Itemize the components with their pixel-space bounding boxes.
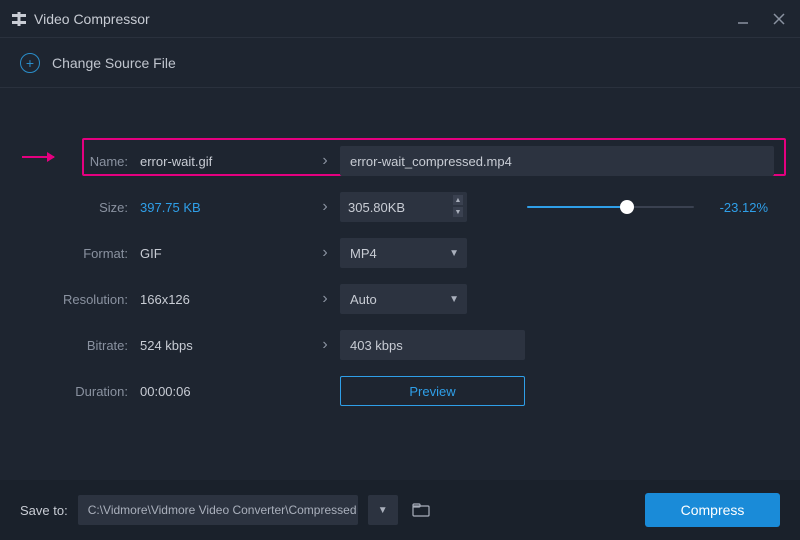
folder-icon [412,503,430,517]
chevron-right-icon: › [310,336,340,354]
titlebar: Video Compressor [0,0,800,38]
size-percent: -23.12% [706,200,768,215]
row-bitrate: Bitrate: 524 kbps › 403 kbps [20,322,780,368]
output-bitrate-field[interactable]: 403 kbps [340,330,525,360]
close-button[interactable] [770,10,788,28]
save-to-label: Save to: [20,503,68,518]
stepper-down-icon[interactable]: ▼ [453,207,463,217]
duration-value: 00:00:06 [140,384,310,399]
size-value: 397.75 KB [140,200,310,215]
compress-button[interactable]: Compress [645,493,780,527]
format-select[interactable]: MP4▼ [340,238,467,268]
save-path-dropdown[interactable]: ▼ [368,495,398,525]
name-value: error-wait.gif [140,154,310,169]
change-source-bar[interactable]: + Change Source File [0,38,800,88]
chevron-right-icon: › [310,244,340,262]
stepper-up-icon[interactable]: ▲ [453,195,463,205]
duration-label: Duration: [20,384,140,399]
open-folder-button[interactable] [408,495,434,525]
format-value: GIF [140,246,310,261]
name-label: Name: [20,154,140,169]
row-format: Format: GIF › MP4▼ [20,230,780,276]
size-slider[interactable] [527,206,694,208]
save-path-field[interactable]: C:\Vidmore\Vidmore Video Converter\Compr… [78,495,358,525]
minimize-button[interactable] [734,10,752,28]
preview-button[interactable]: Preview [340,376,525,406]
row-size: Size: 397.75 KB › 305.80KB ▲ ▼ -23.12% [20,184,780,230]
slider-thumb[interactable] [620,200,634,214]
chevron-down-icon: ▼ [449,248,459,259]
footer: Save to: C:\Vidmore\Vidmore Video Conver… [0,480,800,540]
chevron-down-icon: ▼ [449,294,459,305]
window-title: Video Compressor [34,11,734,27]
resolution-value: 166x126 [140,292,310,307]
output-size-field[interactable]: 305.80KB ▲ ▼ [340,192,467,222]
row-duration: Duration: 00:00:06 Preview [20,368,780,414]
app-logo-icon [12,12,26,26]
format-label: Format: [20,246,140,261]
size-stepper[interactable]: ▲ ▼ [453,195,463,217]
resolution-label: Resolution: [20,292,140,307]
chevron-right-icon: › [310,198,340,216]
row-name: Name: error-wait.gif › error-wait_compre… [20,138,780,184]
size-label: Size: [20,200,140,215]
plus-circle-icon: + [20,53,40,73]
chevron-right-icon: › [310,152,340,170]
change-source-label: Change Source File [52,55,176,71]
output-name-field[interactable]: error-wait_compressed.mp4 [340,146,774,176]
bitrate-label: Bitrate: [20,338,140,353]
bitrate-value: 524 kbps [140,338,310,353]
resolution-select[interactable]: Auto▼ [340,284,467,314]
row-resolution: Resolution: 166x126 › Auto▼ [20,276,780,322]
chevron-right-icon: › [310,290,340,308]
